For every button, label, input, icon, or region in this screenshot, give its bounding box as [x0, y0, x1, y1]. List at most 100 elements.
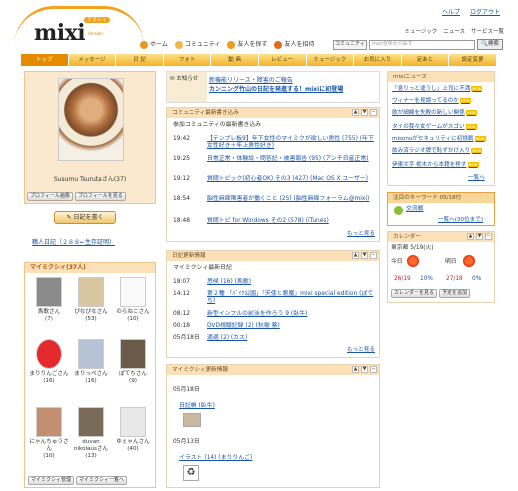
mymixi-buttons: マイミクシィ管理 マイミクシィ一覧へ — [28, 476, 128, 485]
up-arrow-icon[interactable]: ▲ — [352, 252, 359, 259]
nav-find-friends[interactable]: 友人を探す — [227, 41, 267, 49]
search-scope-select[interactable]: コミュニティ — [333, 39, 367, 50]
write-diary-button[interactable]: ✎ 日記を書く — [54, 211, 116, 224]
search-input[interactable]: mixi全体から探す — [369, 39, 475, 50]
diary-archive-link[interactable]: 鶴人日記（２８８←生存証明） — [32, 239, 115, 247]
mixi-news-box: mixiニュース 「息りっと違うし」上司に不満 NEW ウィナーを見誤ってるのか N… — [387, 71, 495, 186]
down-arrow-icon[interactable]: ▼ — [476, 233, 483, 240]
search-button[interactable]: 🔍検索 — [477, 39, 503, 50]
tab-video[interactable]: 動 画 — [211, 54, 259, 66]
notice-link[interactable]: 新機能リリース・障害のご報告 — [209, 76, 343, 85]
mymixi-title: マイミクシィ(37人) — [25, 263, 155, 273]
tab-review[interactable]: レビュー — [258, 54, 307, 66]
tab-diary[interactable]: 日 記 — [116, 54, 164, 66]
list-item[interactable]: 18:48 質問トピ for Windows その2 (578) (iTunes) — [173, 218, 375, 225]
news-item[interactable]: ウィナーを見誤ってるのか NEW — [392, 98, 471, 105]
keyword-link[interactable]: 交流戦 — [406, 206, 423, 213]
pencil-icon: ✎ — [66, 214, 72, 221]
tab-music[interactable]: ミュージック — [306, 54, 355, 66]
list-item[interactable]: 19:12 質問トピック(初心者OK) その3 (427) (Mac OS X ユ… — [173, 176, 375, 183]
services-link[interactable]: サービス一覧 — [471, 29, 504, 36]
new-badge: NEW — [471, 86, 483, 91]
minimize-icon[interactable]: − — [370, 109, 377, 116]
logout-link[interactable]: ログアウト — [470, 9, 500, 17]
search-icon: 🔍 — [481, 41, 488, 47]
new-badge: NEW — [471, 148, 483, 153]
friend-item[interactable]: まりっぺさん (16) — [71, 339, 111, 385]
find-friends-icon — [227, 41, 236, 49]
tab-favorites[interactable]: お気に入り — [354, 54, 402, 66]
list-item[interactable]: 19:25 日常正常・体験談・問答記・被害報告 (95) (アンチ日産正常) — [173, 156, 375, 163]
mymixi-manage-button[interactable]: マイミクシィ管理 — [28, 476, 75, 485]
nav-invite[interactable]: 友人を招待 — [274, 41, 315, 49]
nav-community[interactable]: コミュニティ — [174, 41, 220, 49]
friend-item[interactable]: ゆぇゃんさん (40) — [113, 407, 153, 453]
friend-item[interactable]: duvan nikolausさん (13) — [71, 407, 111, 460]
calendar-header: カレンダー ▲ ▼ − — [388, 232, 494, 242]
minimize-icon[interactable]: − — [485, 233, 492, 240]
list-item[interactable]: 05月18日 適適 (2) (カス) — [173, 335, 247, 342]
keyword-more-link[interactable]: 一覧へ(30位まで) — [438, 217, 483, 224]
news-item[interactable]: タイの我々女ゲームがスゴい NEW — [392, 124, 477, 131]
community-box: コミュニティ最新書き込み ▲ ▼ − 参加コミュニティの最新書き込み 19:42 【テン… — [166, 107, 380, 242]
down-arrow-icon[interactable]: ▼ — [361, 109, 368, 116]
friend-item[interactable]: まりりんごさん (16) — [29, 339, 69, 385]
friend-item[interactable]: にゃんちゅうさん (10) — [29, 407, 69, 460]
up-arrow-icon[interactable]: ▲ — [352, 366, 359, 373]
list-item[interactable]: 18:54 脳性麻痺障害者が働くこと (25) (脳性麻痺フォーラム@mixi) — [173, 196, 375, 203]
list-item[interactable]: 日記帳 (臥牛) — [179, 403, 215, 410]
profile-buttons: プロフィール画像 プロフィールを見る — [27, 192, 126, 201]
friend-item[interactable]: 馬歌さん (7) — [29, 277, 69, 323]
down-arrow-icon[interactable]: ▼ — [361, 366, 368, 373]
update-thumbnail[interactable] — [183, 413, 201, 427]
news-more-link[interactable]: 一覧へ — [468, 175, 485, 182]
list-item[interactable]: 14:12 第２種 「ﾊﾞｲｸ公園」「天使と悪魔」mixi special edi… — [173, 291, 375, 306]
up-arrow-icon[interactable]: ▲ — [467, 233, 474, 240]
list-item[interactable]: 00:18 DVD視聴記録 (2) (秋樹 蔡) — [173, 323, 280, 330]
nav-home[interactable]: ホーム — [140, 41, 168, 49]
profile-photo[interactable] — [58, 78, 124, 161]
news-link[interactable]: ニュース — [443, 29, 465, 36]
tab-message[interactable]: メッセージ — [68, 54, 117, 66]
minimize-icon[interactable]: − — [370, 366, 377, 373]
list-item[interactable]: 19:42 【テンプレ板9】年下女性のマイミクが欲しい男性 (755) (年下女性… — [173, 136, 375, 151]
notice-link[interactable]: カンニング竹山の日記を発進する！mixiに初登場 — [209, 85, 343, 94]
mymixi-list-button[interactable]: マイミクシィ一覧へ — [76, 476, 128, 485]
music-link[interactable]: ミュージック — [404, 29, 437, 36]
profile-photo-button[interactable]: プロフィール画像 — [27, 192, 73, 201]
keyword-header: 注目のキーワード 05/18付 — [388, 193, 494, 203]
recycle-icon[interactable]: ♻ — [183, 465, 199, 481]
new-badge: NEW — [474, 136, 486, 141]
friend-item[interactable]: ぽてちさん (9) — [113, 339, 153, 385]
friend-item[interactable]: ぴなぴなさん (53) — [71, 277, 111, 323]
friend-item[interactable]: のらねこさん (10) — [113, 277, 153, 323]
calendar-date: 東京都 5/19(火) — [391, 245, 434, 251]
diary-more-link[interactable]: もっと見る — [347, 347, 375, 354]
help-link[interactable]: ヘルプ — [442, 9, 460, 17]
mixi-logo[interactable]: mixi — [34, 20, 86, 48]
list-item[interactable]: イラスト (14) (まりりんご) — [179, 455, 252, 462]
news-item[interactable]: 飲み済ラジオ牌で恥ずかけ入り NEW — [392, 148, 483, 155]
list-item[interactable]: 18:07 思候 (16) (馬歌) — [173, 279, 251, 286]
tab-top[interactable]: トップ — [21, 54, 69, 66]
tab-photo[interactable]: フォト — [163, 54, 212, 66]
minimize-icon[interactable]: − — [370, 252, 377, 259]
new-badge: NEW — [467, 162, 479, 167]
community-icon — [174, 41, 183, 49]
news-item[interactable]: misonoがセキュリティに初挑戦 NEW — [392, 136, 486, 143]
list-item[interactable]: 08:12 新型インフルの前泳を作ろう 9 (臥牛) — [173, 311, 307, 318]
news-item[interactable]: 飲が細線を失敗の新しい関係 NEW — [392, 110, 477, 117]
view-profile-button[interactable]: プロフィールを見る — [74, 192, 126, 201]
tab-settings[interactable]: 設定変更 — [449, 54, 497, 66]
tab-footprints[interactable]: 足あと — [401, 54, 450, 66]
keyword-box: 注目のキーワード 05/18付 交流戦 一覧へ(30位まで) — [387, 192, 495, 226]
friend-photo — [78, 339, 104, 369]
news-item[interactable]: 「息りっと違うし」上司に不満 NEW — [392, 86, 483, 93]
down-arrow-icon[interactable]: ▼ — [361, 252, 368, 259]
community-more-link[interactable]: もっと見る — [347, 231, 375, 238]
up-arrow-icon[interactable]: ▲ — [352, 109, 359, 116]
news-item[interactable]: 伊東文字 栃木から本籍を移す NEW — [392, 162, 479, 169]
community-intro: 参加コミュニティの最新書き込み — [173, 122, 262, 128]
view-calendar-button[interactable]: カレンダーを見る — [391, 289, 438, 298]
add-event-button[interactable]: 予定を追加 — [439, 289, 471, 298]
